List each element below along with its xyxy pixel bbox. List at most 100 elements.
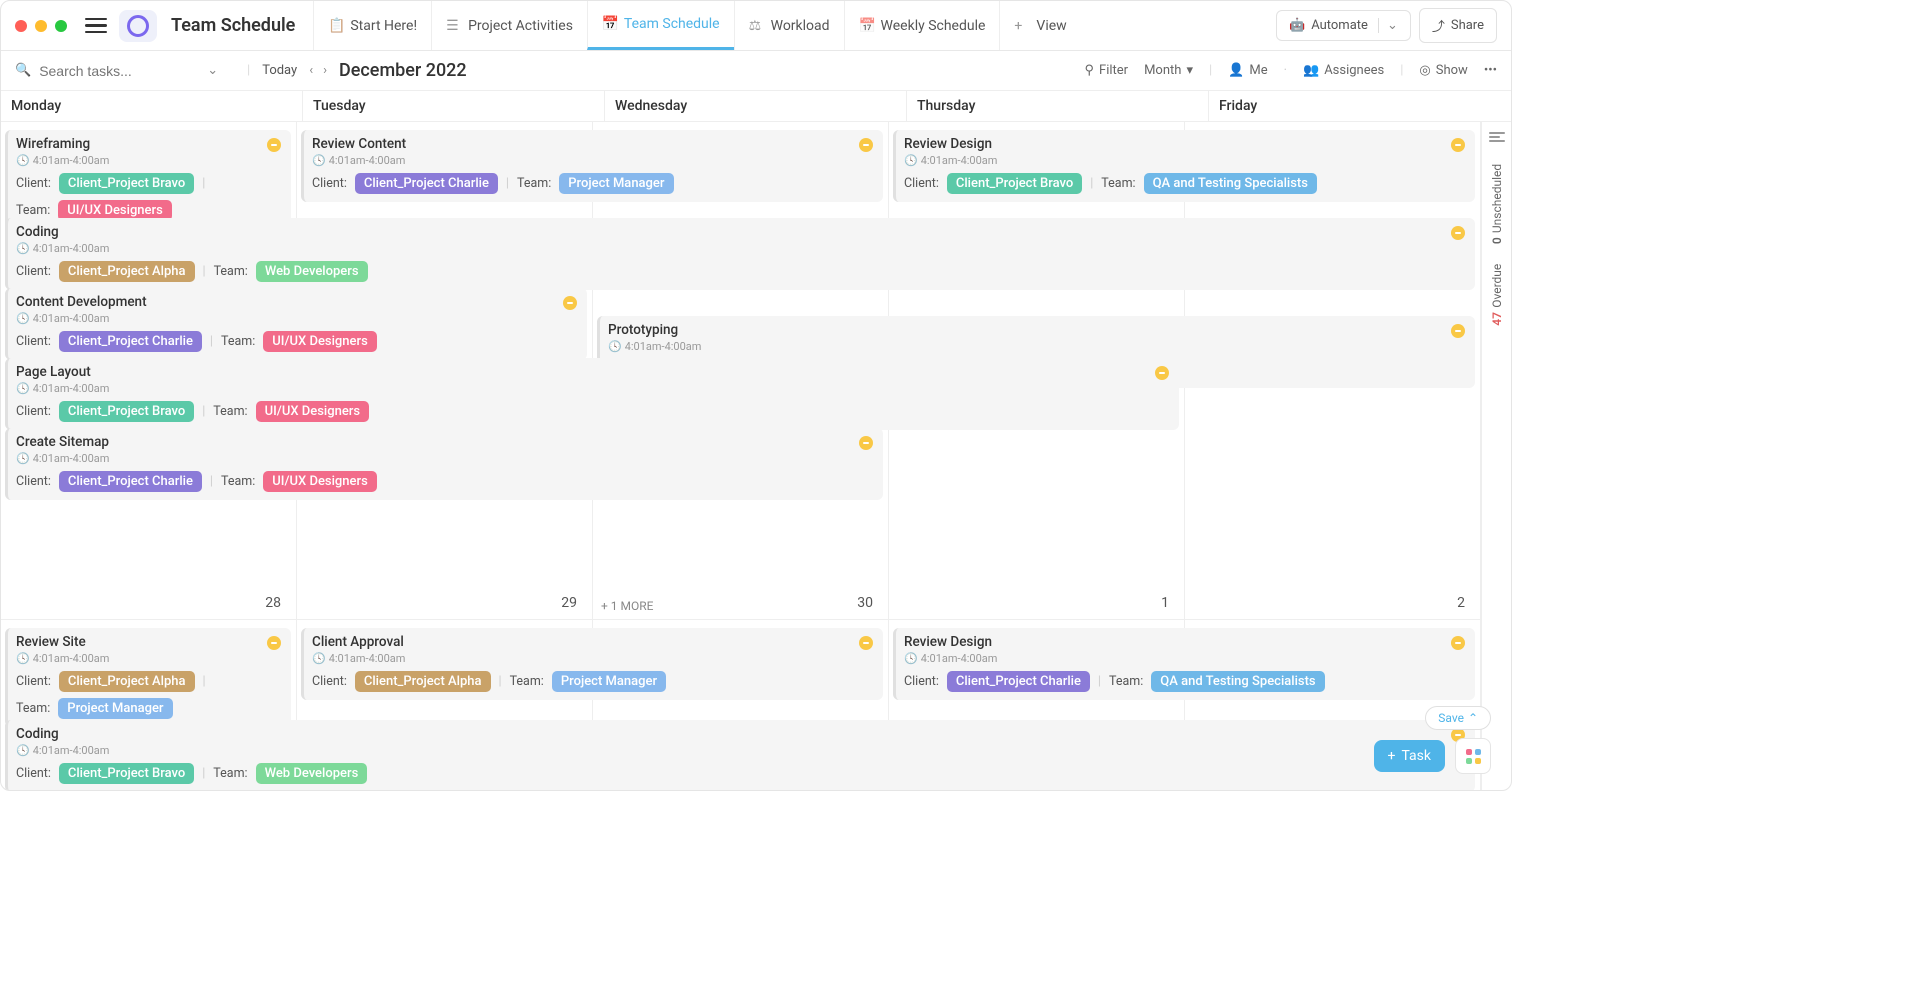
tab-start-here[interactable]: 📋Start Here! [313, 1, 431, 50]
status-icon[interactable] [267, 636, 281, 650]
plus-icon: + [1014, 18, 1030, 34]
tab-weekly-schedule[interactable]: 📅Weekly Schedule [844, 1, 1000, 50]
event-card[interactable]: Client Approval 🕓4:01am-4:00am Client:Cl… [301, 628, 883, 700]
tab-label: View [1036, 18, 1066, 34]
automate-label: Automate [1311, 18, 1368, 33]
status-icon[interactable] [267, 138, 281, 152]
clock-icon: 🕓 [312, 652, 326, 665]
page-title: Team Schedule [171, 15, 295, 36]
event-title: Page Layout [16, 364, 1171, 380]
next-month[interactable]: › [323, 63, 327, 78]
workload-icon: ⚖ [749, 18, 765, 34]
status-icon[interactable] [1451, 324, 1465, 338]
automate-button[interactable]: 🤖Automate⌄ [1276, 10, 1411, 41]
event-time: 🕓4:01am-4:00am [904, 154, 1467, 167]
search-dropdown[interactable]: ⌄ [207, 63, 218, 78]
event-card[interactable]: Wireframing 🕓4:01am-4:00am Client:Client… [5, 130, 291, 229]
event-card[interactable]: Coding 🕓4:01am-4:00am Client:Client_Proj… [5, 720, 1475, 790]
event-card[interactable]: Review Content 🕓4:01am-4:00am Client:Cli… [301, 130, 883, 202]
status-icon[interactable] [1451, 636, 1465, 650]
event-card[interactable]: Create Sitemap 🕓4:01am-4:00am Client:Cli… [5, 428, 883, 500]
status-icon[interactable] [1451, 226, 1465, 240]
rail-toggle-icon[interactable] [1489, 132, 1505, 144]
event-time: 🕓4:01am-4:00am [16, 452, 875, 465]
status-icon[interactable] [563, 296, 577, 310]
close-window[interactable] [15, 20, 27, 32]
clock-icon: 🕓 [16, 744, 30, 757]
robot-icon: 🤖 [1289, 18, 1305, 33]
people-icon: 👥 [1303, 63, 1319, 78]
day-header: Monday [1, 91, 303, 121]
date-cell[interactable]: 29 [297, 591, 593, 615]
status-icon[interactable] [1451, 138, 1465, 152]
list-icon: ☰ [446, 18, 462, 34]
event-time: 🕓4:01am-4:00am [16, 382, 1171, 395]
more-menu[interactable]: ••• [1484, 63, 1497, 78]
event-card[interactable]: Content Development 🕓4:01am-4:00am Clien… [5, 288, 587, 360]
unscheduled-indicator[interactable]: 0Unscheduled [1490, 164, 1504, 244]
event-time: 🕓4:01am-4:00am [16, 312, 579, 325]
date-cell[interactable]: 30 [593, 591, 889, 615]
clock-icon: 🕓 [312, 154, 326, 167]
new-task-button[interactable]: +Task [1374, 740, 1445, 772]
tab-project-activities[interactable]: ☰ Project Activities [431, 1, 587, 50]
doc-icon: 📋 [328, 18, 344, 34]
event-card[interactable]: Coding 🕓4:01am-4:00am Client:Client_Proj… [5, 218, 1475, 290]
status-icon[interactable] [1155, 366, 1169, 380]
tab-team-schedule[interactable]: 📅Team Schedule [587, 1, 734, 50]
chevron-down-icon: ▾ [1186, 63, 1193, 78]
tab-label: Project Activities [468, 18, 573, 34]
today-button[interactable]: Today [262, 63, 297, 78]
prev-month[interactable]: ‹ [309, 63, 313, 78]
clock-icon: 🕓 [16, 242, 30, 255]
clock-icon: 🕓 [16, 452, 30, 465]
status-icon[interactable] [859, 436, 873, 450]
tab-label: Workload [771, 18, 830, 34]
week-row: Review Site 🕓4:01am-4:00am Client:Client… [1, 620, 1481, 790]
event-card[interactable]: Page Layout 🕓4:01am-4:00am Client:Client… [5, 358, 1179, 430]
event-time: 🕓4:01am-4:00am [16, 242, 1467, 255]
date-cell[interactable]: 28 [1, 591, 297, 615]
event-card[interactable]: Review Design 🕓4:01am-4:00am Client:Clie… [893, 130, 1475, 202]
apps-button[interactable] [1455, 738, 1491, 774]
calendar-body: Wireframing 🕓4:01am-4:00am Client:Client… [1, 122, 1511, 790]
event-title: Coding [16, 224, 1467, 240]
event-card[interactable]: Review Design 🕓4:01am-4:00am Client:Clie… [893, 628, 1475, 700]
date-cell[interactable]: 1 [889, 591, 1185, 615]
clock-icon: 🕓 [904, 154, 918, 167]
event-time: 🕓4:01am-4:00am [16, 652, 283, 665]
search-icon: 🔍 [15, 63, 31, 78]
share-button[interactable]: ⤴Share [1419, 8, 1497, 43]
date-cell[interactable]: 2 [1185, 591, 1481, 615]
toolbar: 🔍 ⌄ | Today ‹ › December 2022 ⚲Filter Mo… [1, 51, 1511, 91]
status-icon[interactable] [859, 636, 873, 650]
search-input[interactable] [39, 63, 199, 79]
tab-workload[interactable]: ⚖ Workload [734, 1, 844, 50]
clock-icon: 🕓 [16, 312, 30, 325]
menu-icon[interactable] [85, 15, 107, 37]
app-logo[interactable] [119, 10, 157, 42]
overdue-indicator[interactable]: 47Overdue [1490, 264, 1504, 326]
view-mode-dropdown[interactable]: Month▾ [1144, 63, 1193, 78]
filter-button[interactable]: ⚲Filter [1084, 63, 1128, 78]
window-controls [15, 20, 67, 32]
assignees-filter[interactable]: 👥Assignees [1303, 63, 1384, 78]
event-time: 🕓4:01am-4:00am [904, 652, 1467, 665]
event-title: Wireframing [16, 136, 283, 152]
save-button[interactable]: Save⌃ [1425, 706, 1491, 730]
event-title: Prototyping [608, 322, 1467, 338]
event-time: 🕓4:01am-4:00am [312, 154, 875, 167]
maximize-window[interactable] [55, 20, 67, 32]
status-icon[interactable] [859, 138, 873, 152]
event-card[interactable]: Review Site 🕓4:01am-4:00am Client:Client… [5, 628, 291, 727]
plus-icon: + [1388, 748, 1396, 764]
minimize-window[interactable] [35, 20, 47, 32]
tab-add-view[interactable]: + View [999, 1, 1080, 50]
filter-icon: ⚲ [1084, 63, 1094, 78]
event-title: Coding [16, 726, 1467, 742]
event-title: Review Site [16, 634, 283, 650]
event-title: Review Design [904, 136, 1467, 152]
me-filter[interactable]: 👤Me [1228, 63, 1267, 78]
show-button[interactable]: ◎Show [1419, 63, 1467, 78]
event-title: Review Design [904, 634, 1467, 650]
